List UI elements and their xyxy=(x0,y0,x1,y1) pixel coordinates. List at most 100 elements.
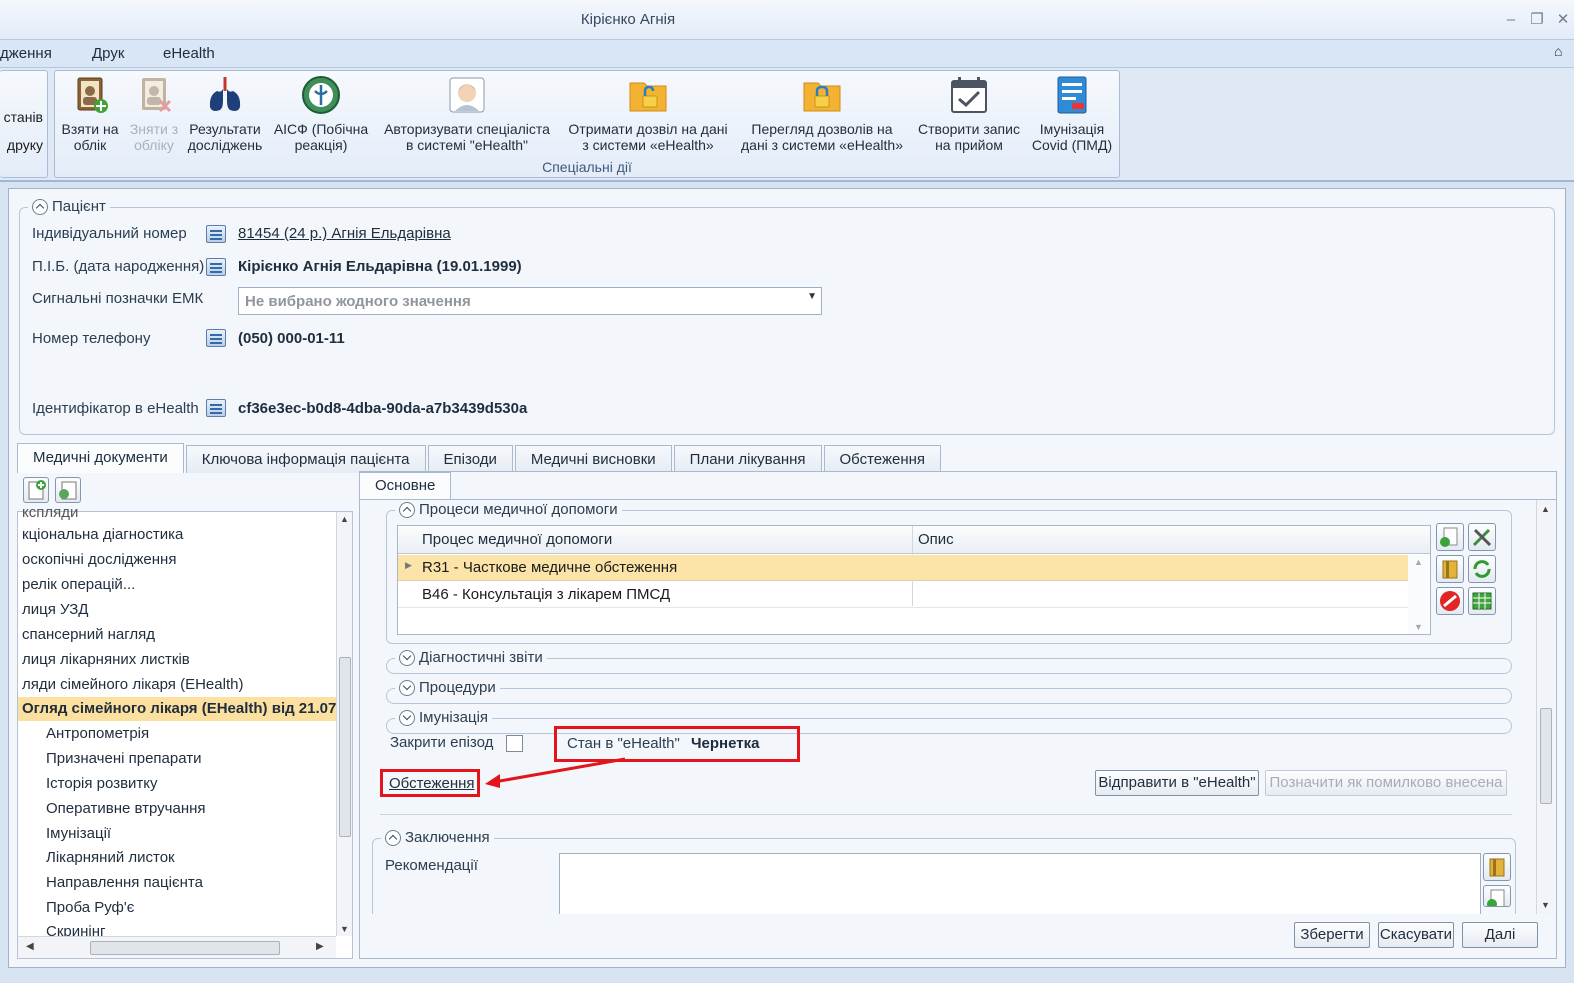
register-button[interactable]: Взяти на облік xyxy=(57,75,123,153)
subtab-main[interactable]: Основне xyxy=(359,472,452,500)
close-episode-checkbox[interactable] xyxy=(506,735,523,752)
expand-icon[interactable] xyxy=(399,679,415,696)
tree-child[interactable]: Оперативне втручання xyxy=(46,800,206,817)
tab-medical-docs[interactable]: Медичні документи xyxy=(17,443,184,473)
immunization-legend[interactable]: Імунізація xyxy=(395,709,493,726)
book-icon xyxy=(1489,858,1505,877)
tree-child[interactable]: Направлення пацієнта xyxy=(46,874,203,891)
tree-child[interactable]: Призначені препарати xyxy=(46,750,202,767)
tab-conclusions[interactable]: Медичні висновки xyxy=(514,445,672,473)
examination-link[interactable]: Обстеження xyxy=(389,775,475,792)
tree-child[interactable]: Лікарняний листок xyxy=(46,849,175,866)
delete-process-button[interactable] xyxy=(1436,587,1464,615)
collapse-icon[interactable] xyxy=(399,501,415,518)
table-row[interactable]: B46 - Консультація з лікарем ПМСД xyxy=(398,582,1408,608)
tree-item[interactable]: кспляди xyxy=(22,504,78,521)
card-icon[interactable] xyxy=(206,258,226,276)
processes-legend[interactable]: Процеси медичної допомоги xyxy=(395,501,622,518)
research-results-button[interactable]: Результати досліджень xyxy=(183,75,267,153)
grid-vscrollbar[interactable]: ▲ ▼ xyxy=(1408,555,1430,634)
create-appointment-button[interactable]: Створити запис на прийом xyxy=(911,75,1027,153)
tree-item[interactable]: оскопічні дослідження xyxy=(22,551,176,568)
restore-icon[interactable]: ❐ xyxy=(1526,9,1548,31)
authorize-specialist-button[interactable]: Авторизувати спеціаліста в системі "eHea… xyxy=(375,75,559,153)
id-link[interactable]: 81454 (24 р.) Агнія Ельдарівна xyxy=(238,225,451,242)
tree-vscrollbar[interactable]: ▲ ▼ xyxy=(336,512,352,936)
rec-add-button[interactable] xyxy=(1483,885,1511,907)
book-button[interactable] xyxy=(1436,555,1464,583)
tree-item[interactable]: лиця лікарняних листків xyxy=(22,651,190,668)
tree-item[interactable]: спансерний нагляд xyxy=(22,626,155,643)
refresh-button[interactable] xyxy=(1468,555,1496,583)
panel-scroll-thumb[interactable] xyxy=(1540,708,1552,804)
aisf-button[interactable]: АІСФ (Побічна реакція) xyxy=(269,75,373,153)
view-permissions-button[interactable]: Перегляд дозволів на дані з системи «eHe… xyxy=(735,75,909,153)
scroll-up-icon[interactable]: ▲ xyxy=(1541,504,1550,514)
collapse-icon[interactable] xyxy=(385,829,401,846)
flags-select[interactable]: Не вибрано жодного значення ▼ xyxy=(238,287,822,315)
tree-child[interactable]: Антропометрія xyxy=(46,725,149,742)
conclusion-legend[interactable]: Заключення xyxy=(381,829,494,846)
unregister-button[interactable]: Зняти з обліку xyxy=(123,75,185,153)
mark-error-button[interactable]: Позначити як помилково внесена xyxy=(1265,770,1507,796)
scroll-up-icon[interactable]: ▲ xyxy=(1414,557,1423,567)
card-icon[interactable] xyxy=(206,225,226,243)
tab-episodes[interactable]: Епізоди xyxy=(427,445,513,473)
tab-examinations[interactable]: Обстеження xyxy=(823,445,942,473)
tree-item-selected[interactable]: Огляд сімейного лікаря (EHealth) від 21.… xyxy=(18,697,336,721)
tree-child[interactable]: Імунізації xyxy=(46,825,111,842)
cancel-button[interactable]: Скасувати xyxy=(1378,922,1454,948)
tree-hscrollbar[interactable]: ◀ ▶ xyxy=(18,936,336,958)
copy-document-button[interactable] xyxy=(55,477,81,503)
patient-group: Пацієнт Індивідуальний номер 81454 (24 р… xyxy=(19,198,1555,435)
column-header-description[interactable]: Опис xyxy=(918,531,954,548)
scroll-up-icon[interactable]: ▲ xyxy=(340,514,349,524)
table-button[interactable] xyxy=(1468,587,1496,615)
expand-icon[interactable] xyxy=(399,709,415,726)
add-document-button[interactable] xyxy=(23,477,49,503)
recommendations-textarea[interactable] xyxy=(559,853,1481,919)
card-icon[interactable] xyxy=(206,399,226,417)
ribbon-partial-label-2[interactable]: друку xyxy=(7,137,43,153)
scroll-right-icon[interactable]: ▶ xyxy=(316,941,324,952)
ribbon-partial-label-1[interactable]: станів xyxy=(4,109,43,125)
chevron-down-icon[interactable]: ▼ xyxy=(807,291,817,302)
diag-reports-legend[interactable]: Діагностичні звіти xyxy=(395,649,547,666)
ribbon-collapse-icon[interactable]: ⌂ xyxy=(1554,43,1562,59)
menu-item-partial[interactable]: дження xyxy=(0,45,52,62)
get-permission-button[interactable]: Отримати дозвіл на дані з системи «eHeal… xyxy=(557,75,739,153)
send-ehealth-button[interactable]: Відправити в "eHealth" xyxy=(1095,770,1259,796)
menu-item-ehealth[interactable]: eHealth xyxy=(163,45,215,62)
tree-item[interactable]: ляди сімейного лікаря (EHealth) xyxy=(22,676,243,693)
expand-icon[interactable] xyxy=(399,649,415,666)
covid-immunization-button[interactable]: Імунізація Covid (ПМД) xyxy=(1025,75,1119,153)
edit-process-button[interactable] xyxy=(1468,523,1496,551)
tab-treatment-plans[interactable]: Плани лікування xyxy=(673,445,822,473)
tree-scroll-thumb[interactable] xyxy=(339,657,351,837)
tree-item[interactable]: лиця УЗД xyxy=(22,601,88,618)
scroll-down-icon[interactable]: ▼ xyxy=(340,924,349,934)
scroll-down-icon[interactable]: ▼ xyxy=(1414,622,1423,632)
tree-child[interactable]: Проба Руф'є xyxy=(46,899,134,916)
next-button[interactable]: Далі xyxy=(1462,922,1538,948)
tree-child[interactable]: Історія розвитку xyxy=(46,775,158,792)
panel-vscrollbar[interactable]: ▲ ▼ xyxy=(1536,500,1554,914)
rec-book-button[interactable] xyxy=(1483,853,1511,881)
tree-item[interactable]: релік операцій... xyxy=(22,576,135,593)
close-icon[interactable]: ✕ xyxy=(1552,9,1574,31)
column-header-process[interactable]: Процес медичної допомоги xyxy=(422,531,612,548)
minimize-icon[interactable]: – xyxy=(1500,9,1522,31)
save-button[interactable]: Зберегти xyxy=(1294,922,1370,948)
add-process-button[interactable] xyxy=(1436,523,1464,551)
card-icon[interactable] xyxy=(206,329,226,347)
tree-item[interactable]: кціональна діагностика xyxy=(22,526,183,543)
table-row-selected[interactable]: ▶ R31 - Часткове медичне обстеження xyxy=(398,555,1408,581)
scroll-down-icon[interactable]: ▼ xyxy=(1541,900,1550,910)
patient-legend[interactable]: Пацієнт xyxy=(28,198,110,215)
procedures-legend[interactable]: Процедури xyxy=(395,679,500,696)
menu-item-print[interactable]: Друк xyxy=(92,45,124,62)
tree-hscroll-thumb[interactable] xyxy=(90,941,280,955)
scroll-left-icon[interactable]: ◀ xyxy=(26,941,34,952)
tab-key-info[interactable]: Ключова інформація пацієнта xyxy=(185,445,426,473)
collapse-icon[interactable] xyxy=(32,198,48,215)
